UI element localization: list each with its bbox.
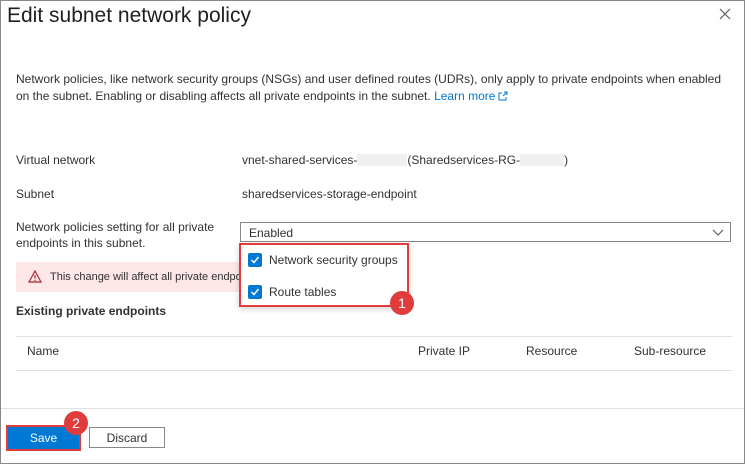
table-divider bbox=[16, 370, 732, 371]
learn-more-link[interactable]: Learn more bbox=[434, 89, 508, 103]
checkbox-checked-icon[interactable] bbox=[248, 253, 262, 267]
callout-badge-1: 1 bbox=[390, 291, 414, 315]
chevron-down-icon bbox=[712, 229, 724, 236]
option-network-security-groups[interactable]: Network security groups bbox=[248, 251, 398, 269]
existing-endpoints-heading: Existing private endpoints bbox=[16, 304, 167, 318]
option-label: Network security groups bbox=[269, 253, 398, 267]
description: Network policies, like network security … bbox=[16, 71, 732, 105]
vnet-name: vnet-shared-services- bbox=[242, 153, 358, 167]
redacted-block bbox=[520, 154, 565, 166]
description-text: Network policies, like network security … bbox=[16, 72, 722, 103]
panel-title: Edit subnet network policy bbox=[7, 4, 251, 27]
virtual-network-value: vnet-shared-services- (Sharedservices-RG-… bbox=[242, 153, 568, 167]
warning-icon bbox=[27, 269, 43, 283]
warning-banner: This change will affect all private endp… bbox=[16, 262, 256, 292]
column-header-private-ip: Private IP bbox=[418, 344, 471, 358]
dropdown-value: Enabled bbox=[249, 226, 294, 240]
vnet-rg: (Sharedservices-RG- bbox=[407, 153, 521, 167]
close-icon[interactable] bbox=[717, 6, 733, 22]
subnet-label: Subnet bbox=[16, 187, 55, 201]
network-policies-label: Network policies setting for all private… bbox=[16, 220, 215, 250]
warning-text: This change will affect all private endp… bbox=[50, 271, 245, 283]
footer-divider bbox=[1, 408, 744, 409]
callout-badge-2: 2 bbox=[64, 411, 88, 435]
vnet-suffix: ) bbox=[564, 153, 569, 167]
dropdown-options-popup: Network security groups Route tables bbox=[239, 243, 409, 307]
discard-button[interactable]: Discard bbox=[89, 427, 165, 448]
column-header-name: Name bbox=[27, 344, 60, 358]
table-header-divider bbox=[16, 336, 732, 337]
column-header-sub-resource: Sub-resource bbox=[634, 344, 707, 358]
column-header-resource: Resource bbox=[526, 344, 578, 358]
learn-more-label: Learn more bbox=[434, 89, 496, 103]
network-policies-dropdown[interactable]: Enabled bbox=[240, 222, 731, 242]
external-link-icon bbox=[498, 91, 508, 101]
option-route-tables[interactable]: Route tables bbox=[248, 283, 336, 301]
redacted-block bbox=[357, 154, 408, 166]
checkbox-checked-icon[interactable] bbox=[248, 285, 262, 299]
virtual-network-label: Virtual network bbox=[16, 153, 96, 167]
subnet-value: sharedservices-storage-endpoint bbox=[242, 187, 417, 201]
option-label: Route tables bbox=[269, 285, 337, 299]
